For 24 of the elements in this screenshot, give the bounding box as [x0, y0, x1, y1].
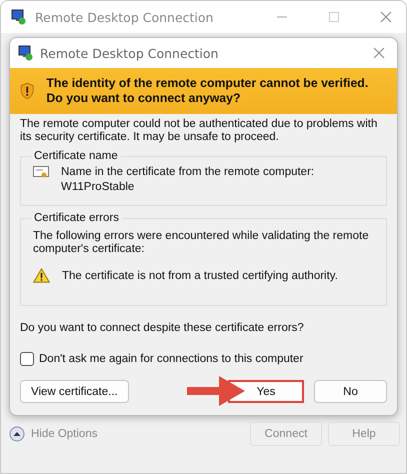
- group-legend: Certificate errors: [31, 212, 122, 224]
- window-title: Remote Desktop Connection: [35, 10, 214, 24]
- dialog-button[interactable]: No: [314, 380, 387, 403]
- close-icon[interactable]: [373, 47, 385, 59]
- warning-icon: [33, 268, 50, 283]
- checkbox-label[interactable]: Don't ask me again for connections to this computer: [39, 353, 304, 365]
- error-text: The certificate is not from a trusted certifying authority.: [62, 270, 338, 282]
- close-icon[interactable]: [380, 11, 392, 23]
- dialog-title: Remote Desktop Connection: [40, 46, 218, 60]
- question-text: Do you want to connect despite these certificate errors?: [20, 322, 305, 334]
- errors-intro-text: The following errors were encountered while validating the remote computer's certificate:: [33, 230, 370, 256]
- computer-icon: [11, 9, 27, 25]
- collapse-icon[interactable]: [9, 426, 25, 442]
- dialog-button[interactable]: Yes: [228, 380, 304, 403]
- certificate-label: Name in the certificate from the remote computer:: [61, 166, 314, 178]
- group-legend: Certificate name: [31, 150, 121, 162]
- certificate-name: W11ProStable: [61, 181, 136, 193]
- message-text: The remote computer could not be authenticated due to problems with its security certificate. It may be unsafe to proceed.: [20, 118, 378, 144]
- banner-text: The identity of the remote computer cannot be verified. Do you want to connect anyway?: [46, 76, 370, 106]
- computer-icon: [18, 45, 34, 61]
- checkbox[interactable]: [20, 352, 34, 366]
- dialog-button[interactable]: View certificate...: [20, 380, 129, 403]
- certificate-icon: [33, 166, 49, 180]
- annotation-arrow: [185, 374, 247, 408]
